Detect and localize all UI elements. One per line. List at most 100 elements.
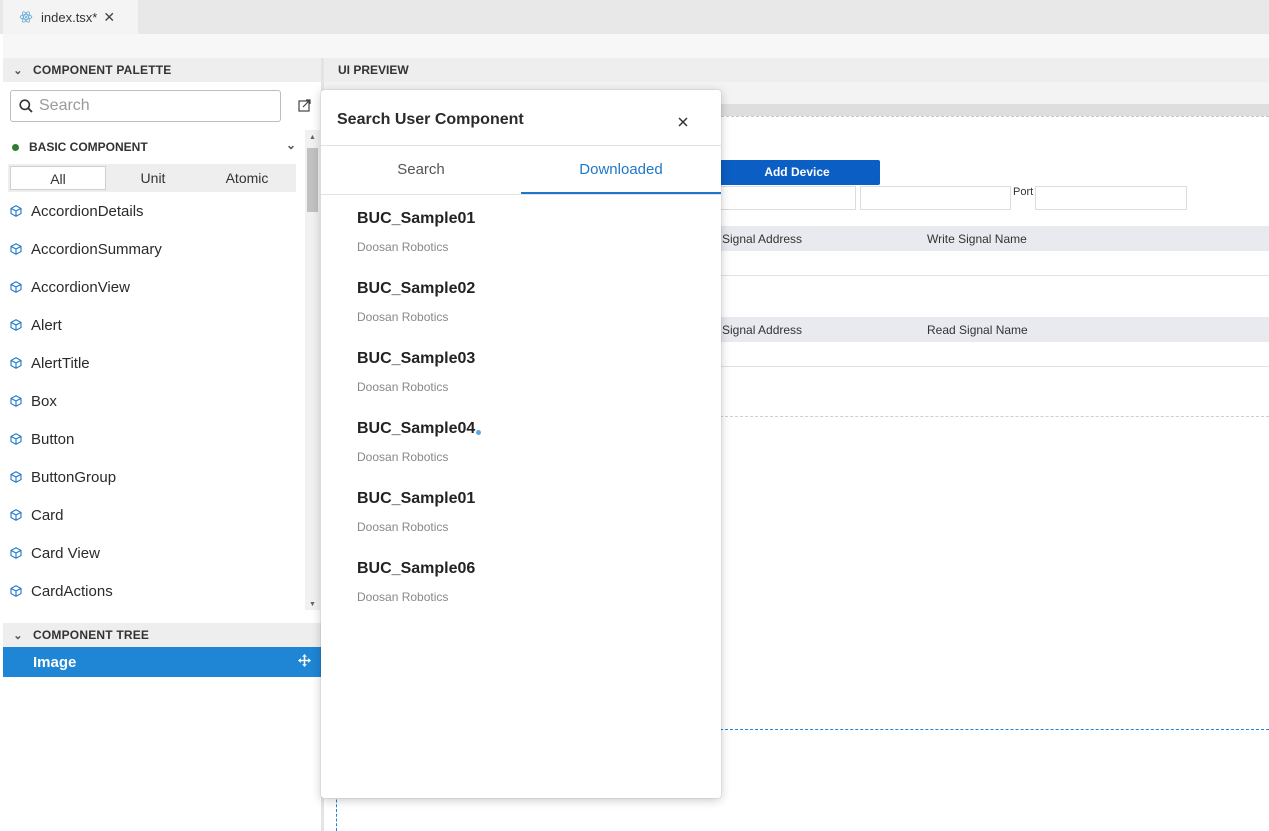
user-component-item[interactable]: BUC_Sample06 Doosan Robotics [321, 550, 721, 620]
component-name: BUC_Sample03 [357, 350, 476, 367]
cube-icon [10, 243, 22, 255]
selected-element-outline [720, 729, 1269, 730]
search-user-component-dialog: Search User Component Search Downloaded … [321, 90, 721, 798]
component-name: BUC_Sample04 [357, 420, 476, 437]
cube-icon [10, 471, 22, 483]
close-icon[interactable]: ✕ [103, 9, 115, 26]
component-item-label: Box [31, 392, 57, 410]
editor-tab-bar: index.tsx* ✕ [0, 0, 1269, 34]
cube-icon [10, 509, 22, 521]
cube-icon [10, 319, 22, 331]
ip-address-input-2[interactable] [860, 186, 1011, 210]
search-icon [19, 99, 33, 113]
chevron-down-icon[interactable]: ⌄ [286, 138, 296, 152]
filter-atomic[interactable]: Atomic [200, 166, 294, 190]
user-component-item[interactable]: BUC_Sample01 Doosan Robotics [321, 480, 721, 550]
cube-icon [10, 547, 22, 559]
component-tree-header[interactable]: ⌄ COMPONENT TREE [3, 623, 321, 647]
component-name: BUC_Sample01 [357, 210, 476, 227]
component-item[interactable]: AlertTitle [0, 344, 305, 382]
port-input[interactable] [1035, 186, 1187, 210]
close-icon[interactable] [673, 112, 693, 132]
component-item-label: CardActions [31, 582, 113, 600]
filter-all[interactable]: All [10, 166, 106, 190]
file-tab-label: index.tsx* [41, 9, 98, 25]
dialog-title: Search User Component [337, 111, 524, 128]
component-vendor: Doosan Robotics [357, 590, 449, 604]
downloaded-component-list: BUC_Sample01 Doosan Robotics BUC_Sample02 D… [321, 200, 721, 620]
column-signal-address: Signal Address [722, 232, 803, 246]
component-vendor: Doosan Robotics [357, 520, 449, 534]
user-component-item[interactable]: BUC_Sample02 Doosan Robotics [321, 270, 721, 340]
cube-icon [10, 433, 22, 445]
palette-scrollbar[interactable]: ▲ ▼ [305, 130, 320, 610]
move-icon[interactable] [298, 654, 311, 667]
toolbar-strip [3, 34, 1269, 58]
read-signal-table-header: Signal Address Read Signal Name [720, 317, 1269, 342]
cube-icon [10, 585, 22, 597]
component-item[interactable]: AccordionSummary [0, 230, 305, 268]
component-item[interactable]: Card [0, 496, 305, 534]
column-read-signal-name: Read Signal Name [927, 323, 1028, 337]
component-tree-title: COMPONENT TREE [33, 628, 150, 642]
user-component-item[interactable]: BUC_Sample03 Doosan Robotics [321, 340, 721, 410]
column-write-signal-name: Write Signal Name [927, 232, 1027, 246]
ui-preview-header: UI PREVIEW [324, 58, 1269, 82]
palette-search-input[interactable] [39, 97, 259, 115]
category-label: BASIC COMPONENT [29, 140, 148, 154]
component-name: BUC_Sample06 [357, 560, 476, 577]
cube-icon [10, 395, 22, 407]
component-name: BUC_Sample02 [357, 280, 476, 297]
component-item-label: AccordionView [31, 278, 130, 296]
chevron-down-icon: ⌄ [13, 629, 23, 642]
component-item[interactable]: AccordionView [0, 268, 305, 306]
add-device-button[interactable]: Add Device [714, 160, 880, 185]
component-palette-title: COMPONENT PALETTE [33, 63, 172, 77]
scroll-down-arrow-icon[interactable]: ▼ [309, 601, 316, 608]
component-item-label: AlertTitle [31, 354, 90, 372]
cube-icon [10, 281, 22, 293]
component-item[interactable]: Button [0, 420, 305, 458]
status-dot [12, 143, 19, 151]
component-item-label: AccordionSummary [31, 240, 162, 258]
palette-search-box[interactable] [10, 90, 281, 122]
dialog-tabs: Search Downloaded [321, 146, 721, 195]
filter-segmented-control: All Unit Atomic [8, 164, 296, 192]
component-item-label: Card [31, 506, 64, 524]
component-item[interactable]: CardActions [0, 572, 305, 610]
file-tab[interactable]: index.tsx* ✕ [3, 0, 138, 34]
write-signal-table-header: Signal Address Write Signal Name [720, 226, 1269, 251]
component-item[interactable]: ButtonGroup [0, 458, 305, 496]
component-item-label: Alert [31, 316, 62, 334]
component-palette-header[interactable]: ⌄ COMPONENT PALETTE [3, 58, 321, 82]
component-vendor: Doosan Robotics [357, 240, 449, 254]
filter-unit[interactable]: Unit [106, 166, 200, 190]
component-item[interactable]: AccordionDetails [0, 192, 305, 230]
canvas-section-border [720, 416, 1269, 417]
chevron-down-icon: ⌄ [13, 64, 23, 77]
tab-downloaded[interactable]: Downloaded [521, 146, 721, 194]
component-item[interactable]: Alert [0, 306, 305, 344]
tree-item-label: Image [33, 653, 77, 671]
component-vendor: Doosan Robotics [357, 310, 449, 324]
scroll-up-arrow-icon[interactable]: ▲ [309, 134, 316, 141]
scrollbar-thumb[interactable] [307, 148, 318, 212]
component-vendor: Doosan Robotics [357, 380, 449, 394]
component-item-label: Button [31, 430, 75, 448]
component-vendor: Doosan Robotics [357, 450, 449, 464]
column-signal-address: Signal Address [722, 323, 803, 337]
tab-search[interactable]: Search [321, 146, 521, 194]
divider [720, 275, 1269, 276]
divider [720, 366, 1269, 367]
tree-item-image[interactable]: Image [3, 647, 321, 677]
react-icon [19, 11, 33, 23]
cube-icon [10, 205, 22, 217]
component-item[interactable]: Card View [0, 534, 305, 572]
component-item[interactable]: Box [0, 382, 305, 420]
component-item-label: AccordionDetails [31, 202, 144, 220]
ip-address-input[interactable] [700, 186, 856, 210]
user-component-item[interactable]: BUC_Sample01 Doosan Robotics [321, 200, 721, 270]
basic-component-category[interactable]: BASIC COMPONENT ⌄ [10, 138, 300, 156]
open-external-icon[interactable] [298, 99, 311, 112]
user-component-item[interactable]: BUC_Sample04 Doosan Robotics [321, 410, 721, 480]
